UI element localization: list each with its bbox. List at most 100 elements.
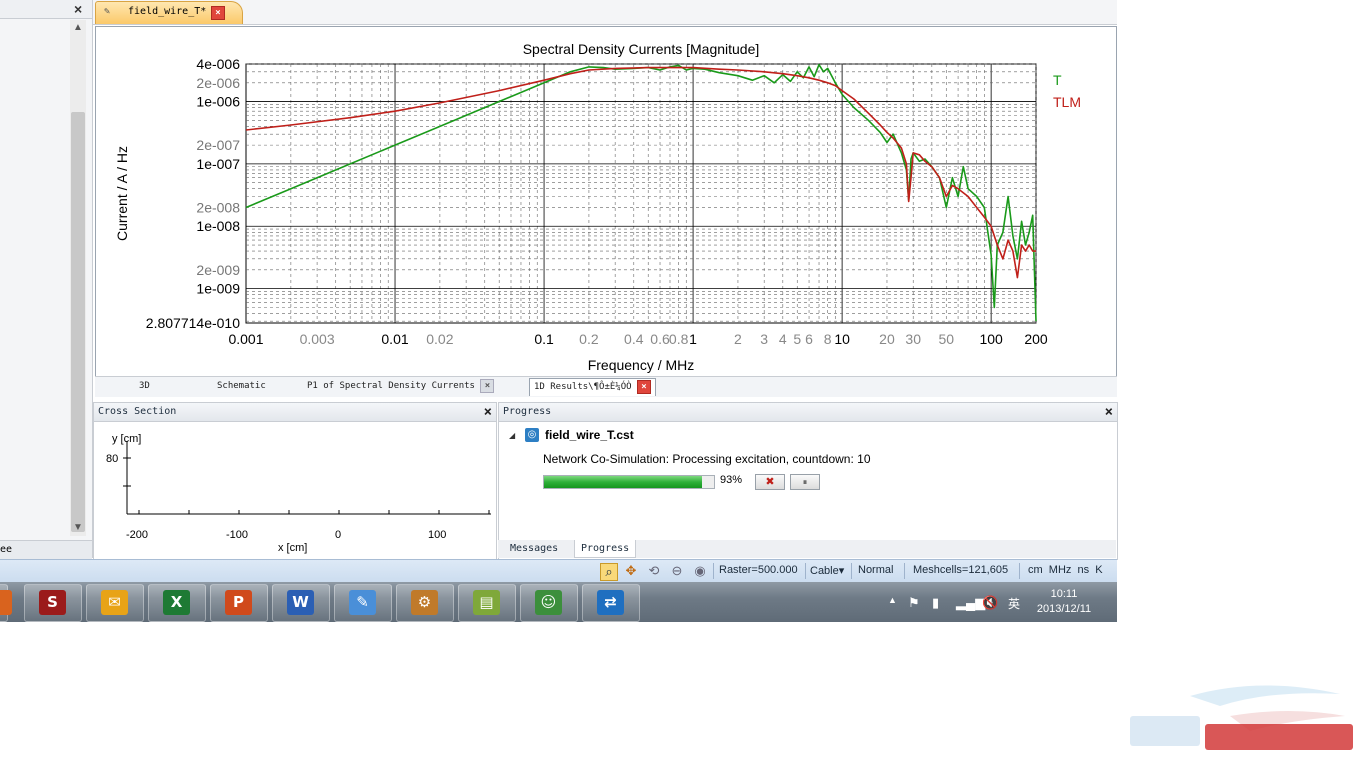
x-tick-label: 0.003 <box>300 331 335 347</box>
y-tick-label: 1e-007 <box>196 156 240 172</box>
y-tick-label: 2e-008 <box>196 199 240 215</box>
tab-messages[interactable]: Messages <box>504 540 564 557</box>
cross-section-header: Cross Section × <box>94 403 496 422</box>
separator <box>713 563 714 579</box>
left-panel-tab[interactable]: ee <box>0 540 92 559</box>
reset-view-icon[interactable]: ◉ <box>692 563 708 579</box>
taskbar-outlook-app[interactable]: ✉ <box>86 584 144 622</box>
ime-indicator[interactable]: 英 <box>1008 595 1020 612</box>
message-tabbar: Messages Progress <box>498 540 1116 558</box>
close-icon[interactable]: × <box>74 1 82 17</box>
progress-status-text: Network Co-Simulation: Processing excita… <box>543 452 871 466</box>
x-tick-label: 10 <box>834 331 850 347</box>
cst-file-icon: ◎ <box>525 428 539 442</box>
units-readout[interactable]: cm MHz ns K <box>1028 564 1103 576</box>
x-tick-label: 0.8 <box>669 331 689 347</box>
y-tick-label: 2e-006 <box>196 75 240 91</box>
tab-progress[interactable]: Progress <box>574 540 637 558</box>
messenger-app-icon: ☺ <box>535 590 562 615</box>
scrollbar-thumb[interactable] <box>71 112 85 532</box>
cross-section-panel: Cross Section × y [cm] 80 -200 -100 0 10… <box>93 402 497 560</box>
taskbar-powerpoint-app[interactable]: P <box>210 584 268 622</box>
taskbar-tools-app[interactable]: ⚙ <box>396 584 454 622</box>
vertical-scrollbar[interactable]: ▲ ▼ <box>70 20 86 536</box>
excel-app-icon: X <box>163 590 190 615</box>
volume-muted-icon[interactable]: 🔇 <box>982 595 998 611</box>
y-tick-label: 1e-009 <box>196 281 240 297</box>
separator <box>805 563 806 579</box>
cross-section-y-tick: 80 <box>106 453 118 465</box>
legend-entry-tlm: TLM <box>1053 94 1081 110</box>
clock-date: 2013/12/11 <box>1036 603 1092 615</box>
progress-bar-fill <box>544 476 703 488</box>
separator <box>1019 563 1020 579</box>
zoom-icon[interactable]: ⌕ <box>600 563 618 581</box>
x-tick-label: 0.001 <box>228 331 263 347</box>
progress-panel: Progress × ◢ ◎ field_wire_T.cst Network … <box>498 402 1118 560</box>
expander-icon[interactable]: ◢ <box>509 431 515 440</box>
close-icon[interactable]: × <box>1105 403 1113 421</box>
y-axis-label: Current / A / Hz <box>114 146 130 241</box>
tab-3d[interactable]: 3D <box>135 378 154 395</box>
taskbar-word-app[interactable]: W <box>272 584 330 622</box>
cross-section-y-label: y [cm] <box>112 433 141 445</box>
taskbar-cst-app[interactable]: S <box>24 584 82 622</box>
cross-section-x-tick: -200 <box>126 529 148 541</box>
view-tabbar: 3D Schematic P1 of Spectral Density Curr… <box>95 376 1117 397</box>
scroll-up-icon[interactable]: ▲ <box>73 22 83 33</box>
cross-section-plot[interactable]: y [cm] 80 -200 -100 0 100 x [cm] <box>94 421 496 559</box>
cross-section-title: Cross Section <box>98 406 177 417</box>
progress-header: Progress × <box>499 403 1117 422</box>
viewer-app-icon: ▤ <box>473 590 500 615</box>
plot-area <box>245 63 1037 324</box>
close-icon[interactable]: × <box>636 380 651 394</box>
pause-button[interactable]: ⏸ <box>790 474 820 490</box>
y-tick-label: 1e-008 <box>196 218 240 234</box>
tab-1d-results[interactable]: 1D Results\¶Ô±È¼ÓÒ × <box>529 378 656 396</box>
spectral-density-chart: 0.001 0.01 0.1 1 10 100 200 0.003 0.02 0.2 0.4 0.6 0… <box>114 41 1081 373</box>
separator <box>851 563 852 579</box>
x-tick-label: 5 <box>793 331 801 347</box>
x-tick-label: 6 <box>805 331 813 347</box>
taskbar-paint-app[interactable]: ✎ <box>334 584 392 622</box>
cancel-button[interactable]: ✖ <box>755 474 785 490</box>
pan-icon[interactable]: ✥ <box>623 563 639 579</box>
tab-schematic[interactable]: Schematic <box>213 378 270 395</box>
close-icon[interactable]: × <box>484 403 492 421</box>
rotate-icon[interactable]: ⟲ <box>646 563 662 579</box>
network-icon[interactable]: ▂▄▆ <box>956 595 985 611</box>
editor-tab-label: field_wire_T* <box>128 6 207 17</box>
x-tick-label: 8 <box>824 331 832 347</box>
show-hidden-icons-icon[interactable]: ▲ <box>888 595 897 605</box>
clock-time: 10:11 <box>1050 588 1078 600</box>
y-tick-label: 2e-007 <box>196 137 240 153</box>
cst-app-icon: S <box>39 590 66 615</box>
x-tick-label: 100 <box>979 331 1003 347</box>
close-icon[interactable]: × <box>480 379 495 393</box>
zoom-out-icon[interactable]: ⊖ <box>669 563 685 579</box>
taskbar-button[interactable] <box>0 584 12 622</box>
tab-1d-results-label: 1D Results\¶Ô±È¼ÓÒ <box>534 382 632 392</box>
teamviewer-app-icon: ⇄ <box>597 590 624 615</box>
editor-tab-field-wire[interactable]: ✎ field_wire_T* × <box>95 1 243 24</box>
scroll-down-icon[interactable]: ▼ <box>73 522 83 533</box>
close-icon[interactable]: × <box>211 6 225 20</box>
y-tick-label: 1e-006 <box>196 94 240 110</box>
flag-icon[interactable]: ⚑ <box>908 595 920 611</box>
tab-spectral-density[interactable]: P1 of Spectral Density Currents × <box>303 378 498 395</box>
paint-app-icon: ✎ <box>349 590 376 615</box>
left-panel-header: × <box>0 0 92 19</box>
taskbar-messenger-app[interactable]: ☺ <box>520 584 578 622</box>
cable-dropdown[interactable]: Cable▾ <box>810 564 844 577</box>
x-tick-label: 200 <box>1024 331 1048 347</box>
x-tick-label: 0.01 <box>381 331 408 347</box>
taskbar-excel-app[interactable]: X <box>148 584 206 622</box>
clock[interactable]: 10:11 2013/12/11 <box>1022 587 1106 617</box>
taskbar-teamviewer-app[interactable]: ⇄ <box>582 584 640 622</box>
mode-readout: Normal <box>858 564 894 576</box>
device-icon[interactable]: ▮ <box>932 595 939 611</box>
cross-section-x-tick: 100 <box>428 529 446 541</box>
taskbar-viewer-app[interactable]: ▤ <box>458 584 516 622</box>
chart-title: Spectral Density Currents [Magnitude] <box>523 41 760 57</box>
x-tick-label: 30 <box>905 331 921 347</box>
